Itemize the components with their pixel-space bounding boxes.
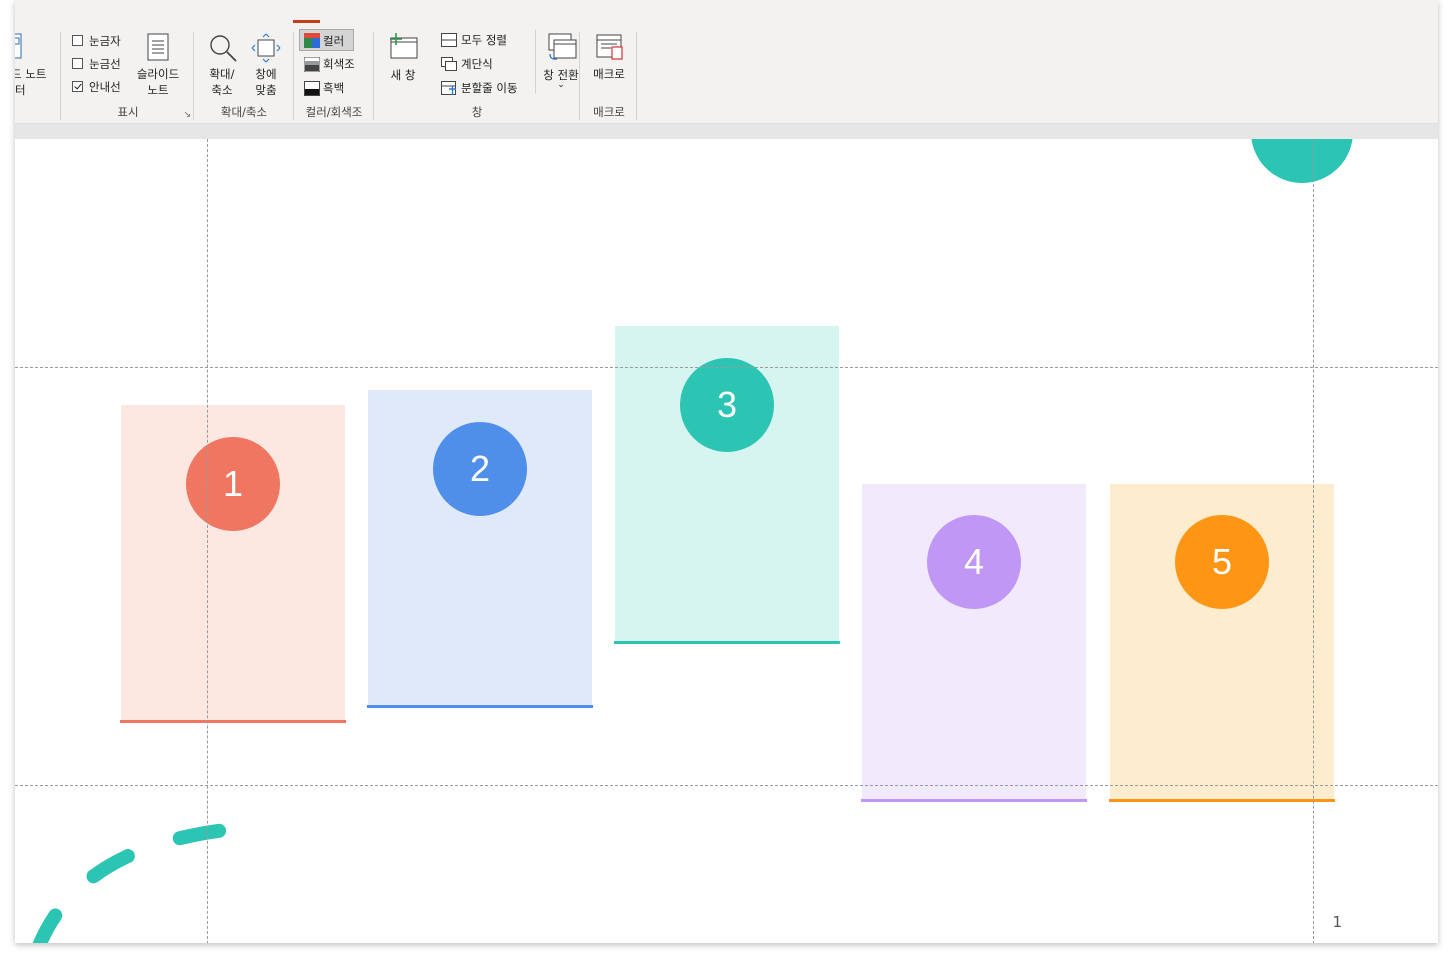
step-card-4[interactable]: 4 xyxy=(861,484,1087,802)
step-card-5[interactable]: 5 xyxy=(1109,484,1335,802)
arrange-all-label[interactable]: 모두 정렬 xyxy=(461,32,507,48)
ribbon-group-show: 눈금자 눈금선 안내선 슬라이드 노트 표시 ↘ xyxy=(63,14,193,123)
group-separator xyxy=(373,32,374,120)
notes-master-label-2: 터 xyxy=(15,83,26,97)
group-separator xyxy=(636,32,637,120)
show-group-label: 표시 xyxy=(117,105,139,119)
group-separator xyxy=(293,32,294,120)
ruler-label[interactable]: 눈금자 xyxy=(89,33,121,49)
group-separator xyxy=(60,32,61,120)
cascade-icon[interactable] xyxy=(441,57,457,71)
switch-windows-button[interactable]: 창 전환 ⌄ xyxy=(539,30,583,100)
zoom-label-2: 축소 xyxy=(211,83,233,97)
ribbon-group-color: 컬러 회색조 흑백 컬러/회색조 xyxy=(295,14,373,123)
ribbon-group-partial: 드 노트 터 xyxy=(15,14,63,123)
zoom-button[interactable]: 확대/ 축소 xyxy=(201,30,243,100)
slide-notes-icon xyxy=(147,33,169,61)
notes-master-icon xyxy=(15,33,22,59)
grayscale-icon[interactable] xyxy=(304,57,320,72)
macros-label: 매크로 xyxy=(593,67,625,81)
color-group-label: 컬러/회색조 xyxy=(305,105,363,119)
black-white-label[interactable]: 흑백 xyxy=(323,80,344,96)
color-label: 컬러 xyxy=(323,34,345,48)
card-underline xyxy=(614,641,840,644)
zoom-group-label: 확대/축소 xyxy=(220,105,268,119)
new-window-icon xyxy=(390,33,418,59)
card-underline xyxy=(1109,799,1335,802)
fit-to-window-button[interactable]: 창에 맞춤 xyxy=(245,30,287,100)
macro-icon xyxy=(596,34,623,60)
ribbon-group-window: 새 창 모두 정렬 계단식 분할줄 이동 창 전환 ⌄ 창 xyxy=(375,14,579,123)
new-window-button[interactable]: 새 창 xyxy=(383,30,423,100)
inner-separator xyxy=(535,30,536,94)
notes-master-label-1[interactable]: 드 노트 xyxy=(15,66,46,82)
arrange-all-icon[interactable] xyxy=(441,33,457,47)
group-separator xyxy=(579,32,580,120)
grayscale-label[interactable]: 회색조 xyxy=(323,56,355,72)
decorative-dashed-arc xyxy=(32,823,232,943)
macro-group-label: 매크로 xyxy=(593,105,625,119)
step-badge-5: 5 xyxy=(1175,515,1269,609)
ribbon-view-tab: 드 노트 터 눈금자 눈금선 안내선 슬라이드 노트 표시 ↘ 확대/ 축소 창… xyxy=(15,14,1438,124)
step-badge-4: 4 xyxy=(927,515,1021,609)
guides-label[interactable]: 안내선 xyxy=(89,79,121,95)
switch-windows-icon xyxy=(548,33,577,60)
ribbon-group-zoom: 확대/ 축소 창에 맞춤 확대/축소 xyxy=(195,14,293,123)
gridlines-checkbox[interactable] xyxy=(72,58,83,69)
chevron-down-icon: ⌄ xyxy=(557,80,565,90)
fit-window-icon xyxy=(251,33,281,63)
step-badge-3: 3 xyxy=(680,358,774,452)
fit-label-1: 창에 xyxy=(255,67,277,81)
zoom-label-1: 확대/ xyxy=(209,67,235,81)
vertical-guide-right[interactable] xyxy=(1313,139,1314,943)
dialog-launcher-icon[interactable]: ↘ xyxy=(183,110,191,120)
step-badge-2: 2 xyxy=(433,422,527,516)
vertical-guide-left[interactable] xyxy=(207,139,208,943)
powerpoint-window: 드 노트 터 눈금자 눈금선 안내선 슬라이드 노트 표시 ↘ 확대/ 축소 창… xyxy=(15,0,1438,943)
step-card-2[interactable]: 2 xyxy=(367,390,593,708)
move-split-icon[interactable] xyxy=(441,81,457,96)
horizontal-guide-bottom[interactable] xyxy=(15,785,1438,786)
fit-label-2: 맞춤 xyxy=(255,83,277,97)
cascade-label[interactable]: 계단식 xyxy=(461,56,493,72)
decorative-circle xyxy=(1251,139,1353,183)
horizontal-guide-top[interactable] xyxy=(15,367,1438,368)
slide-page-number: 1 xyxy=(1332,913,1342,931)
new-window-label: 새 창 xyxy=(390,68,416,82)
step-card-3[interactable]: 3 xyxy=(614,326,840,644)
card-underline xyxy=(120,720,346,723)
ruler-checkbox[interactable] xyxy=(72,35,83,46)
card-underline xyxy=(367,705,593,708)
color-swatch-icon xyxy=(304,33,320,48)
magnifier-icon xyxy=(210,35,237,62)
move-split-label[interactable]: 분할줄 이동 xyxy=(461,80,518,96)
step-badge-1: 1 xyxy=(186,437,280,531)
window-group-label: 창 xyxy=(471,105,483,119)
ribbon-group-macro: 매크로 매크로 xyxy=(581,14,637,123)
notes-button[interactable]: 슬라이드 노트 xyxy=(133,30,183,100)
notes-label-1: 슬라이드 xyxy=(136,67,180,81)
macros-button[interactable]: 매크로 xyxy=(585,30,633,100)
ribbon-slide-gap xyxy=(15,124,1438,139)
slide-canvas[interactable]: 1 2 3 4 5 1 xyxy=(15,139,1438,943)
title-bar xyxy=(15,0,1438,14)
gridlines-label[interactable]: 눈금선 xyxy=(89,56,121,72)
black-white-icon[interactable] xyxy=(304,81,320,96)
group-separator xyxy=(193,32,194,120)
guides-checkbox[interactable] xyxy=(72,81,83,92)
notes-label-2: 노트 xyxy=(147,83,169,97)
card-underline xyxy=(861,799,1087,802)
step-card-1[interactable]: 1 xyxy=(120,405,346,723)
